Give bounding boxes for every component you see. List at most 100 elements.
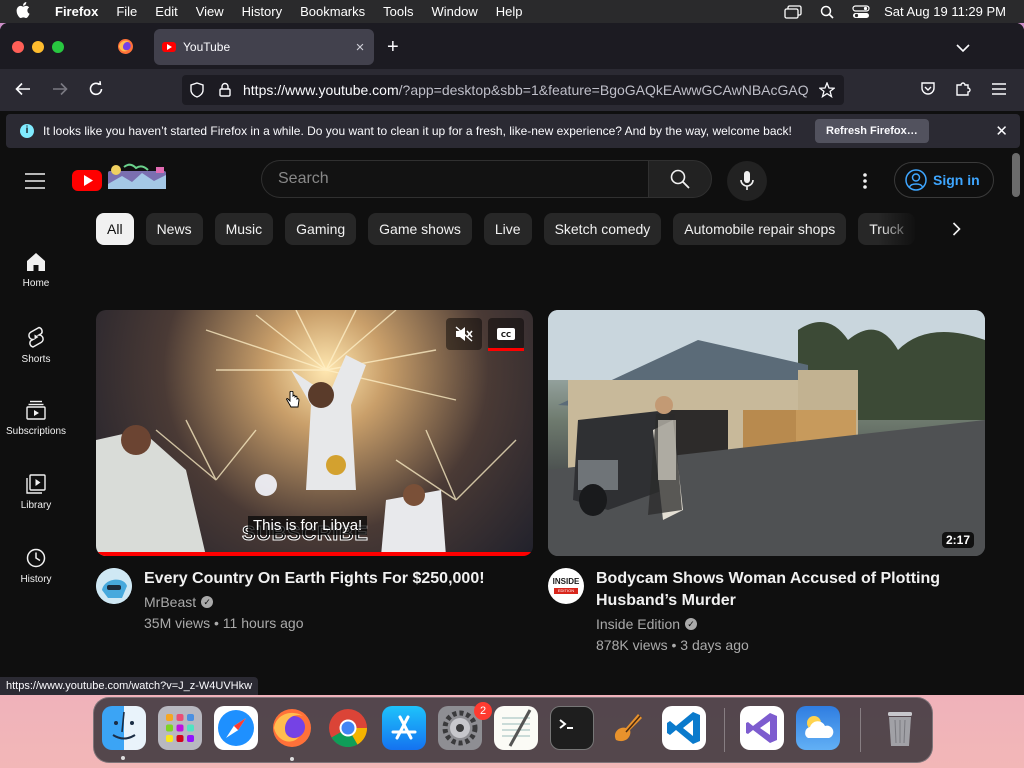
channel-avatar-inside-edition[interactable]: INSIDE EDITION: [548, 568, 584, 604]
captions-button[interactable]: CC: [488, 318, 524, 350]
chip-news[interactable]: News: [145, 213, 203, 245]
chip-all[interactable]: All: [96, 213, 134, 245]
channel-name[interactable]: MrBeast ✓: [144, 594, 214, 610]
back-arrow-icon[interactable]: [15, 82, 31, 101]
sidebar-item-history[interactable]: History: [0, 548, 72, 585]
history-icon: [26, 548, 46, 568]
close-window-button[interactable]: [12, 41, 24, 53]
dock-app-store-icon[interactable]: [382, 706, 426, 750]
sidebar-item-subscriptions[interactable]: Subscriptions: [0, 400, 72, 437]
guide-menu-icon[interactable]: [25, 173, 45, 194]
spotlight-search-icon[interactable]: [810, 5, 844, 19]
menu-window[interactable]: Window: [423, 4, 487, 19]
notification-message: It looks like you haven’t started Firefo…: [43, 124, 792, 138]
dock-visual-studio-icon[interactable]: [740, 706, 784, 750]
dock-trash-icon[interactable]: [878, 706, 922, 750]
menu-history[interactable]: History: [233, 4, 291, 19]
menu-edit[interactable]: Edit: [146, 4, 186, 19]
chip-live[interactable]: Live: [483, 213, 532, 245]
minimize-window-button[interactable]: [32, 41, 44, 53]
control-center-icon[interactable]: [844, 4, 878, 19]
settings-more-button[interactable]: [850, 166, 880, 196]
menu-file[interactable]: File: [107, 4, 146, 19]
dock-textedit-icon[interactable]: [494, 706, 538, 750]
url-path: /?app=desktop&sbb=1&feature=BgoGAQkEAwwG…: [398, 82, 809, 98]
dock-launchpad-icon[interactable]: [158, 706, 202, 750]
address-bar[interactable]: https://www.youtube.com/?app=desktop&sbb…: [182, 75, 844, 105]
menu-view[interactable]: View: [187, 4, 233, 19]
close-tab-icon[interactable]: ×: [346, 39, 374, 56]
dock-terminal-icon[interactable]: [550, 706, 594, 750]
forward-arrow-icon[interactable]: [52, 82, 68, 101]
youtube-header: Search Sign in: [0, 152, 1024, 208]
refresh-firefox-notification: i It looks like you haven’t started Fire…: [6, 114, 1020, 148]
app-menu-hamburger-icon[interactable]: [992, 82, 1006, 100]
close-notification-icon[interactable]: ✕: [995, 122, 1008, 140]
refresh-firefox-button[interactable]: Refresh Firefox…: [815, 119, 929, 143]
site-lock-icon[interactable]: [219, 82, 231, 100]
channel-name-text: MrBeast: [144, 594, 197, 610]
avatar-text-line-2: EDITION: [554, 588, 578, 594]
channel-avatar-mrbeast[interactable]: [96, 568, 132, 604]
dock-firefox-icon[interactable]: [270, 706, 314, 750]
dock-finder-icon[interactable]: [102, 706, 146, 750]
video-thumbnail-2[interactable]: 2:17: [548, 310, 985, 556]
video-thumbnail-1[interactable]: CC SUBSCRIBE This is for Libya!: [96, 310, 533, 556]
menu-bar-clock[interactable]: Sat Aug 19 11:29 PM: [878, 4, 1024, 19]
chip-automobile-repair-shops[interactable]: Automobile repair shops: [673, 213, 847, 245]
sidebar-item-home[interactable]: Home: [0, 252, 72, 289]
dock-weather-icon[interactable]: [796, 706, 840, 750]
search-input[interactable]: Search: [261, 160, 649, 198]
closed-captions-icon: CC: [497, 328, 515, 340]
youtube-favicon-icon: [162, 42, 176, 52]
search-button[interactable]: [648, 160, 712, 198]
chip-music[interactable]: Music: [214, 213, 274, 245]
dock-garageband-icon[interactable]: [606, 706, 650, 750]
chip-bar-next-button[interactable]: [940, 213, 972, 245]
page-scrollbar-track[interactable]: [1008, 153, 1024, 695]
voice-search-button[interactable]: [727, 161, 767, 201]
sidebar-item-shorts[interactable]: Shorts: [0, 326, 72, 365]
page-scrollbar-thumb[interactable]: [1012, 153, 1020, 197]
channel-name[interactable]: Inside Edition ✓: [596, 616, 698, 632]
dock-safari-icon[interactable]: [214, 706, 258, 750]
mute-button[interactable]: [446, 318, 482, 350]
apple-menu-icon[interactable]: [0, 1, 46, 22]
youtube-doodle-logo[interactable]: [72, 162, 168, 196]
macos-menu-bar: Firefox File Edit View History Bookmarks…: [0, 0, 1024, 23]
chip-gaming[interactable]: Gaming: [285, 213, 357, 245]
dock-vscode-icon[interactable]: [662, 706, 706, 750]
video-title-line-2: Husband’s Murder: [596, 592, 736, 609]
reload-icon[interactable]: [88, 81, 104, 102]
menu-bookmarks[interactable]: Bookmarks: [291, 4, 374, 19]
bookmark-star-icon[interactable]: [817, 81, 837, 101]
status-link-url: https://www.youtube.com/watch?v=J_z-W4UV…: [0, 677, 259, 695]
dock-separator: [724, 708, 725, 752]
chip-sketch-comedy[interactable]: Sketch comedy: [543, 213, 662, 245]
tab-youtube[interactable]: YouTube ×: [154, 29, 374, 65]
tracking-protection-shield-icon[interactable]: [190, 82, 204, 101]
new-tab-icon[interactable]: +: [387, 36, 399, 59]
extensions-puzzle-icon[interactable]: [955, 80, 972, 102]
window-overview-icon[interactable]: [776, 4, 810, 19]
video-title[interactable]: Every Country On Earth Fights For $250,0…: [144, 568, 524, 590]
dock-chrome-icon[interactable]: [326, 706, 370, 750]
url-text[interactable]: https://www.youtube.com/?app=desktop&sbb…: [243, 82, 811, 98]
home-icon: [27, 253, 45, 271]
library-icon: [26, 474, 46, 494]
video-title[interactable]: Bodycam Shows Woman Accused of Plotting …: [596, 568, 976, 612]
sidebar-item-library[interactable]: Library: [0, 474, 72, 511]
zoom-window-button[interactable]: [52, 41, 64, 53]
menu-tools[interactable]: Tools: [374, 4, 422, 19]
pocket-icon[interactable]: [920, 81, 936, 102]
sign-in-button[interactable]: Sign in: [894, 162, 994, 198]
menu-help[interactable]: Help: [487, 4, 532, 19]
firefox-view-icon[interactable]: [117, 38, 134, 60]
chip-bar-fade: [878, 213, 928, 245]
menu-app-name[interactable]: Firefox: [46, 4, 107, 19]
account-circle-icon: [905, 169, 927, 191]
sidebar-item-label: Library: [20, 500, 52, 511]
list-all-tabs-icon[interactable]: [956, 40, 970, 58]
chip-game-shows[interactable]: Game shows: [368, 213, 472, 245]
channel-name-text: Inside Edition: [596, 616, 681, 632]
